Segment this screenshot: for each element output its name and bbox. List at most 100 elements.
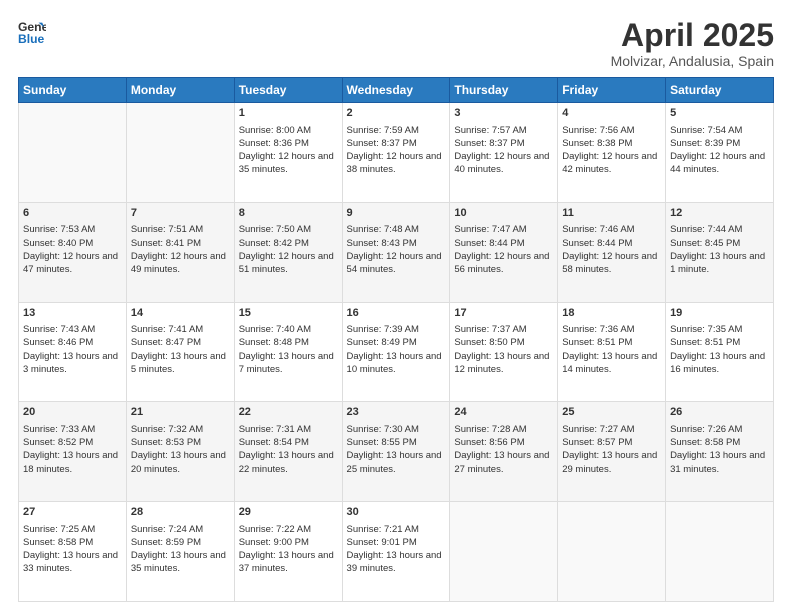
- sunset-text: Sunset: 9:01 PM: [347, 537, 417, 548]
- day-number: 8: [239, 206, 338, 221]
- sunset-text: Sunset: 8:48 PM: [239, 337, 309, 348]
- table-row: 23Sunrise: 7:30 AMSunset: 8:55 PMDayligh…: [342, 402, 450, 502]
- daylight-text: Daylight: 13 hours and 7 minutes.: [239, 351, 334, 375]
- calendar-table: Sunday Monday Tuesday Wednesday Thursday…: [18, 77, 774, 602]
- daylight-text: Daylight: 12 hours and 42 minutes.: [562, 151, 657, 175]
- sunset-text: Sunset: 8:58 PM: [670, 437, 740, 448]
- sunrise-text: Sunrise: 7:51 AM: [131, 224, 203, 235]
- daylight-text: Daylight: 13 hours and 10 minutes.: [347, 351, 442, 375]
- day-number: 12: [670, 206, 769, 221]
- table-row: 20 Sunrise: 7:33 AM Sunset: 8:52 PM Dayligh…: [19, 402, 127, 502]
- sunset-text: Sunset: 8:47 PM: [131, 337, 201, 348]
- sunset-text: Sunset: 8:50 PM: [454, 337, 524, 348]
- daylight-text: Daylight: 12 hours and 49 minutes.: [131, 251, 226, 275]
- sunrise-text: Sunrise: 7:39 AM: [347, 324, 419, 335]
- table-row: 2Sunrise: 7:59 AMSunset: 8:37 PMDaylight…: [342, 103, 450, 203]
- day-number: 18: [562, 306, 661, 321]
- month-title: April 2025: [611, 18, 774, 53]
- table-row: 29Sunrise: 7:22 AMSunset: 9:00 PMDayligh…: [234, 502, 342, 602]
- daylight-text: Daylight: 12 hours and 35 minutes.: [239, 151, 334, 175]
- col-wednesday: Wednesday: [342, 78, 450, 103]
- sunrise-text: Sunrise: 7:21 AM: [347, 524, 419, 535]
- sunrise-text: Sunrise: 7:27 AM: [562, 424, 634, 435]
- sunset-text: Sunset: 8:54 PM: [239, 437, 309, 448]
- daylight-text: Daylight: 12 hours and 40 minutes.: [454, 151, 549, 175]
- sunset-text: Sunset: 8:52 PM: [23, 437, 93, 448]
- sunrise-text: Sunrise: 7:37 AM: [454, 324, 526, 335]
- daylight-text: Daylight: 13 hours and 39 minutes.: [347, 550, 442, 574]
- table-row: 27Sunrise: 7:25 AMSunset: 8:58 PMDayligh…: [19, 502, 127, 602]
- day-number: 9: [347, 206, 446, 221]
- sunrise-text: Sunrise: 8:00 AM: [239, 125, 311, 136]
- sunrise-text: Sunrise: 7:50 AM: [239, 224, 311, 235]
- table-row: 15Sunrise: 7:40 AMSunset: 8:48 PMDayligh…: [234, 302, 342, 402]
- daylight-text: Daylight: 12 hours and 51 minutes.: [239, 251, 334, 275]
- day-number: 20: [23, 405, 122, 420]
- sunset-text: Sunset: 8:43 PM: [347, 238, 417, 249]
- col-monday: Monday: [126, 78, 234, 103]
- sunset-text: Sunset: 8:46 PM: [23, 337, 93, 348]
- daylight-text: Daylight: 13 hours and 20 minutes.: [131, 450, 226, 474]
- table-row: 13Sunrise: 7:43 AMSunset: 8:46 PMDayligh…: [19, 302, 127, 402]
- sunset-text: Sunset: 8:38 PM: [562, 138, 632, 149]
- sunrise-text: Sunrise: 7:40 AM: [239, 324, 311, 335]
- logo: General Blue: [18, 18, 46, 46]
- col-tuesday: Tuesday: [234, 78, 342, 103]
- sunset-text: Sunset: 8:39 PM: [670, 138, 740, 149]
- table-row: 3Sunrise: 7:57 AMSunset: 8:37 PMDaylight…: [450, 103, 558, 203]
- table-row: 16Sunrise: 7:39 AMSunset: 8:49 PMDayligh…: [342, 302, 450, 402]
- daylight-text: Daylight: 13 hours and 14 minutes.: [562, 351, 657, 375]
- table-row: 12Sunrise: 7:44 AMSunset: 8:45 PMDayligh…: [666, 202, 774, 302]
- sunset-text: Sunset: 8:53 PM: [131, 437, 201, 448]
- sunrise-text: Sunrise: 7:35 AM: [670, 324, 742, 335]
- sunrise-text: Sunrise: 7:30 AM: [347, 424, 419, 435]
- sunrise-text: Sunrise: 7:46 AM: [562, 224, 634, 235]
- sunrise-text: Sunrise: 7:24 AM: [131, 524, 203, 535]
- sunrise-text: Sunrise: 7:47 AM: [454, 224, 526, 235]
- day-number: 27: [23, 505, 122, 520]
- sunset-text: Sunset: 8:41 PM: [131, 238, 201, 249]
- daylight-text: Daylight: 13 hours and 33 minutes.: [23, 550, 118, 574]
- daylight-text: Daylight: 13 hours and 25 minutes.: [347, 450, 442, 474]
- sunrise-text: Sunrise: 7:36 AM: [562, 324, 634, 335]
- day-number: 30: [347, 505, 446, 520]
- table-row: 21 Sunrise: 7:32 AM Sunset: 8:53 PM Dayligh…: [126, 402, 234, 502]
- sunrise-text: Sunrise: 7:33 AM: [23, 424, 95, 435]
- title-block: April 2025 Molvizar, Andalusia, Spain: [611, 18, 774, 69]
- table-row: 28 Sunrise: 7:24 AM Sunset: 8:59 PM Dayligh…: [126, 502, 234, 602]
- sunset-text: Sunset: 8:42 PM: [239, 238, 309, 249]
- daylight-text: Daylight: 12 hours and 54 minutes.: [347, 251, 442, 275]
- svg-text:Blue: Blue: [18, 32, 45, 46]
- sunset-text: Sunset: 8:55 PM: [347, 437, 417, 448]
- daylight-text: Daylight: 13 hours and 35 minutes.: [131, 550, 226, 574]
- sunset-text: Sunset: 8:59 PM: [131, 537, 201, 548]
- day-number: 26: [670, 405, 769, 420]
- table-row: 9Sunrise: 7:48 AMSunset: 8:43 PMDaylight…: [342, 202, 450, 302]
- daylight-text: Daylight: 13 hours and 18 minutes.: [23, 450, 118, 474]
- day-number: 28: [131, 505, 230, 520]
- day-number: 24: [454, 405, 553, 420]
- sunset-text: Sunset: 8:57 PM: [562, 437, 632, 448]
- daylight-text: Daylight: 13 hours and 3 minutes.: [23, 351, 118, 375]
- table-row: 24Sunrise: 7:28 AMSunset: 8:56 PMDayligh…: [450, 402, 558, 502]
- day-number: 1: [239, 106, 338, 121]
- daylight-text: Daylight: 13 hours and 22 minutes.: [239, 450, 334, 474]
- daylight-text: Daylight: 13 hours and 5 minutes.: [131, 351, 226, 375]
- daylight-text: Daylight: 12 hours and 56 minutes.: [454, 251, 549, 275]
- location-title: Molvizar, Andalusia, Spain: [611, 53, 774, 69]
- sunrise-text: Sunrise: 7:32 AM: [131, 424, 203, 435]
- sunset-text: Sunset: 8:37 PM: [454, 138, 524, 149]
- table-row: 25Sunrise: 7:27 AMSunset: 8:57 PMDayligh…: [558, 402, 666, 502]
- table-row: 4Sunrise: 7:56 AMSunset: 8:38 PMDaylight…: [558, 103, 666, 203]
- daylight-text: Daylight: 12 hours and 47 minutes.: [23, 251, 118, 275]
- day-number: 19: [670, 306, 769, 321]
- table-row: 17Sunrise: 7:37 AMSunset: 8:50 PMDayligh…: [450, 302, 558, 402]
- col-thursday: Thursday: [450, 78, 558, 103]
- day-number: 17: [454, 306, 553, 321]
- table-row: 10Sunrise: 7:47 AMSunset: 8:44 PMDayligh…: [450, 202, 558, 302]
- day-number: 25: [562, 405, 661, 420]
- daylight-text: Daylight: 13 hours and 31 minutes.: [670, 450, 765, 474]
- day-number: 16: [347, 306, 446, 321]
- calendar-header-row: Sunday Monday Tuesday Wednesday Thursday…: [19, 78, 774, 103]
- day-number: 21: [131, 405, 230, 420]
